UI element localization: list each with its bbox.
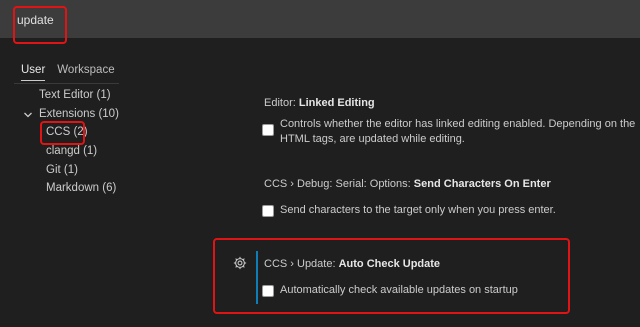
setting-title-linked-editing: Editor: Linked Editing: [264, 97, 375, 109]
linked-editing-checkbox[interactable]: [262, 124, 274, 136]
setting-name: Linked Editing: [298, 97, 375, 109]
setting-description: HTML tags, are updated while editing.: [280, 133, 465, 145]
chevron-down-icon[interactable]: [23, 110, 33, 120]
tree-item-extensions[interactable]: Extensions (10): [39, 108, 119, 120]
tab-workspace[interactable]: Workspace: [57, 64, 114, 81]
tree-item-git[interactable]: Git (1): [46, 164, 78, 176]
ccs-highlight-box: [40, 121, 85, 145]
tree-item-clangd[interactable]: clangd (1): [46, 145, 97, 157]
setting-category: CCS › Debug: Serial: Options:: [264, 178, 414, 190]
setting-category: Editor:: [264, 97, 299, 109]
tabs-divider: [14, 83, 119, 84]
setting-title-send-characters: CCS › Debug: Serial: Options: Send Chara…: [264, 178, 551, 190]
setting-name: Send Characters On Enter: [413, 178, 551, 190]
setting-description: Controls whether the editor has linked e…: [280, 118, 636, 130]
tab-user[interactable]: User: [21, 64, 46, 81]
scope-tabs: User Workspace: [21, 64, 115, 81]
tree-item-text-editor[interactable]: Text Editor (1): [39, 89, 111, 101]
settings-search-bar[interactable]: update: [0, 0, 640, 38]
tree-item-markdown[interactable]: Markdown (6): [46, 182, 116, 194]
send-characters-checkbox[interactable]: [262, 205, 274, 217]
setting-highlight-box: [213, 238, 570, 314]
search-highlight-box: [13, 6, 67, 44]
setting-description: Send characters to the target only when …: [280, 204, 556, 216]
